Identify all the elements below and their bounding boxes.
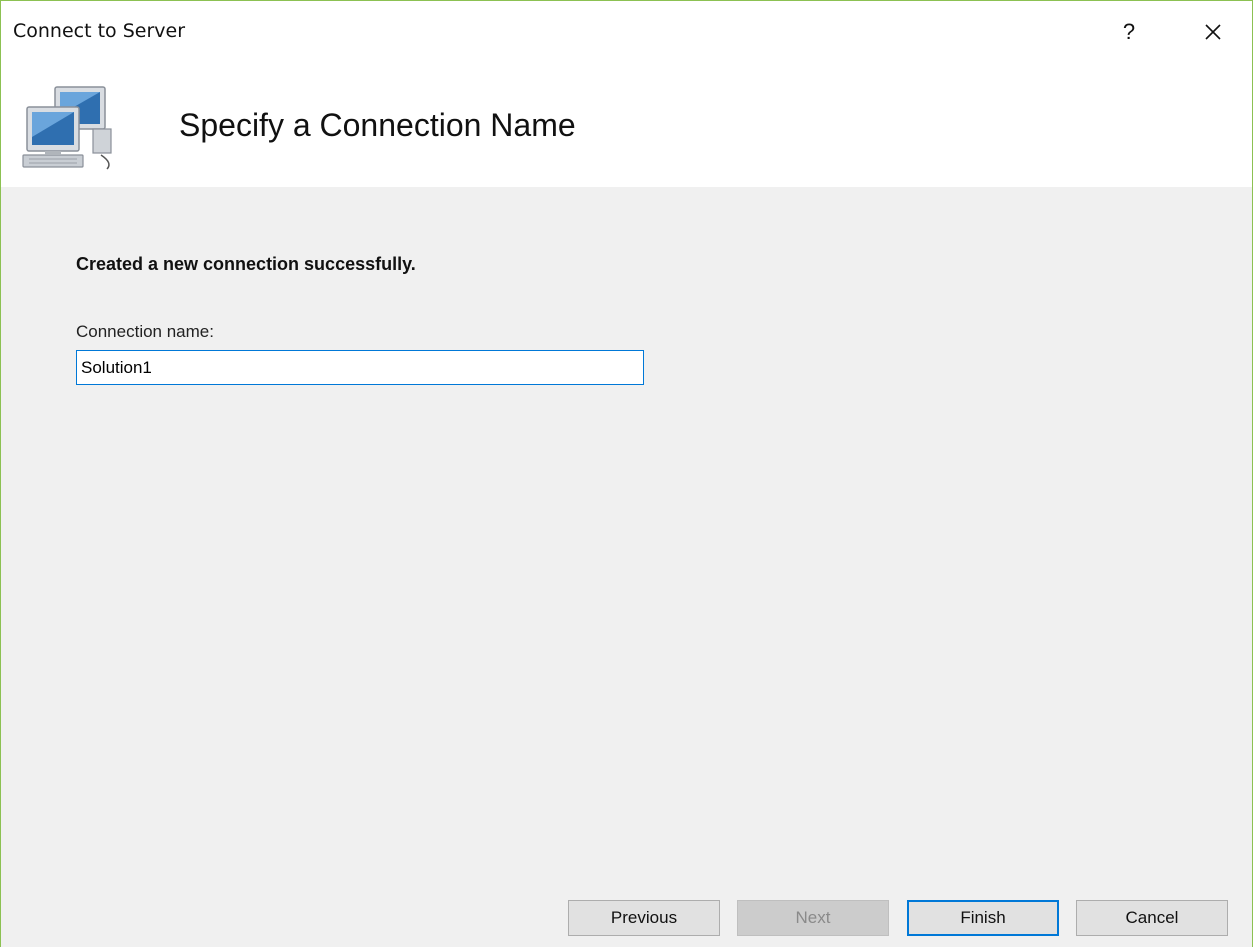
wizard-header: Specify a Connection Name: [1, 63, 1252, 187]
title-bar[interactable]: Connect to Server ?: [1, 1, 1252, 63]
cancel-button[interactable]: Cancel: [1076, 900, 1228, 936]
connection-name-input[interactable]: [76, 350, 644, 385]
network-computers-icon: [22, 86, 112, 170]
window-title: Connect to Server: [13, 20, 186, 42]
previous-button[interactable]: Previous: [568, 900, 720, 936]
wizard-content: Created a new connection successfully. C…: [1, 187, 1252, 947]
next-button[interactable]: Next: [737, 900, 889, 936]
finish-button[interactable]: Finish: [907, 900, 1059, 936]
close-button[interactable]: [1191, 13, 1235, 51]
help-button[interactable]: ?: [1109, 13, 1149, 51]
page-title: Specify a Connection Name: [179, 107, 576, 143]
connection-name-label: Connection name:: [76, 322, 214, 341]
close-icon: [1205, 24, 1221, 40]
status-message: Created a new connection successfully.: [76, 254, 416, 274]
connect-to-server-dialog: Connect to Server ? Specify a Connection…: [0, 0, 1253, 947]
